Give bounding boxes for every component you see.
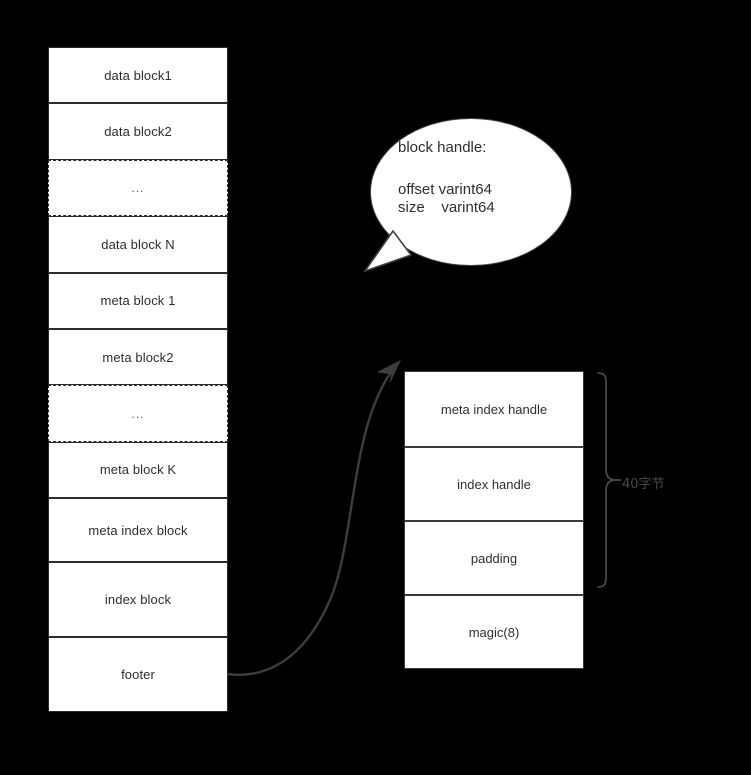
sstable-row-label: meta block K [99, 462, 177, 478]
sstable-row-ellipsis: ... [48, 385, 228, 442]
sstable-row: meta index block [48, 498, 228, 563]
callout-tail-shape [362, 229, 413, 273]
forty-bytes-label: 40字节 [622, 477, 665, 492]
sstable-row-label: data block1 [104, 67, 172, 83]
footer-detail-row: padding [404, 521, 584, 595]
sstable-layout-column: data block1 data block2 ... data block N… [48, 47, 228, 712]
sstable-row: data block1 [48, 47, 228, 104]
sstable-row-label: meta index block [88, 522, 188, 538]
callout-line-offset: offset varint64 [398, 180, 492, 198]
footer-detail-row-label: magic(8) [468, 624, 520, 640]
sstable-row-label: data block2 [104, 124, 172, 140]
sstable-row: meta block 1 [48, 272, 228, 329]
sstable-row-label: meta block 1 [100, 293, 176, 309]
footer-expand-arrow-line [227, 365, 397, 676]
sstable-row-label: meta block2 [102, 349, 174, 365]
footer-expand-arrow-head [376, 359, 402, 383]
sstable-row-footer: footer [48, 637, 228, 712]
sstable-row-label: ... [131, 180, 145, 195]
forty-bytes-brace [597, 372, 615, 588]
sstable-row-label: data block N [101, 236, 175, 252]
footer-detail-row: meta index handle [404, 371, 584, 447]
footer-detail-row-label: meta index handle [440, 401, 548, 417]
sstable-row: data block N [48, 216, 228, 273]
footer-detail-column: meta index handle index handle padding m… [404, 371, 584, 669]
sstable-row-label: footer [121, 667, 155, 683]
callout-title: block handle: [398, 139, 487, 156]
footer-detail-row-magic: magic(8) [404, 595, 584, 669]
footer-detail-row: index handle [404, 447, 584, 521]
sstable-row: data block2 [48, 103, 228, 160]
footer-detail-row-label: index handle [457, 476, 531, 492]
sstable-row: meta block K [48, 441, 228, 499]
sstable-row-label: ... [131, 406, 145, 421]
block-handle-callout-text: block handle: offset varint64 size varin… [398, 140, 568, 217]
sstable-row: meta block2 [48, 329, 228, 386]
callout-tail [362, 229, 413, 273]
sstable-row-ellipsis: ... [48, 159, 228, 217]
callout-line-size: size varint64 [398, 198, 495, 216]
footer-detail-row-label: padding [470, 550, 518, 566]
sstable-row: index block [48, 562, 228, 638]
sstable-row-label: index block [104, 592, 172, 608]
